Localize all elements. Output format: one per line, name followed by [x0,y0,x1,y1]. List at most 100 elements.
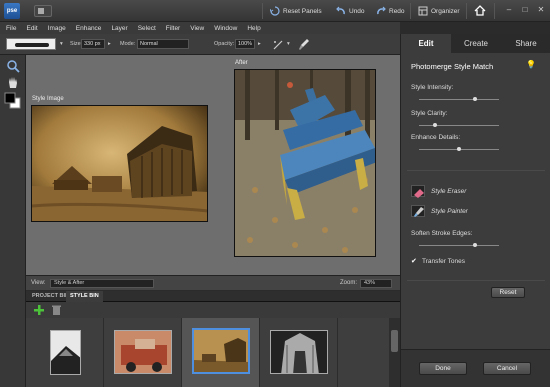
style-image-label: Style Image [32,96,64,102]
brush-settings-icon[interactable] [298,38,310,51]
brush-dropdown-arrow[interactable]: ▾ [60,41,63,47]
enhance-details-label: Enhance Details: [411,134,461,141]
style-thumbnail-selected[interactable] [182,318,260,387]
canvas-area: Style Image After [26,55,400,275]
tab-edit[interactable]: Edit [401,34,451,53]
opacity-dropdown-arrow[interactable]: ▸ [258,41,261,47]
after-label: After [235,60,248,66]
menu-view[interactable]: View [190,25,204,32]
trash-icon[interactable] [52,305,61,315]
style-thumbnail[interactable] [104,318,182,387]
minimize-icon[interactable]: – [504,5,514,15]
view-label: View: [31,280,46,286]
panel-footer: Done Cancel [401,349,550,387]
panel-tabs: Edit Create Share [401,34,550,53]
bin-tabs: PROJECT BIN STYLE BIN [26,291,400,302]
style-bin [26,318,400,387]
view-select[interactable]: Style & After [50,279,154,288]
panel-title: Photomerge Style Match [411,62,494,71]
close-icon[interactable]: ✕ [536,5,546,15]
menu-image[interactable]: Image [48,25,66,32]
organizer-icon [418,6,428,16]
organizer-button[interactable]: Organizer [418,4,460,18]
opacity-label: Opacity: [214,41,235,47]
tab-create[interactable]: Create [451,34,501,53]
redo-icon [377,6,386,15]
toolbox [0,55,26,387]
redo-button[interactable]: Redo [376,4,405,18]
menu-edit[interactable]: Edit [26,25,37,32]
menu-help[interactable]: Help [247,25,260,32]
add-style-icon[interactable] [34,305,44,315]
size-field[interactable]: 330 px [81,39,105,49]
slider-knob[interactable] [433,123,437,127]
style-clarity-label: Style Clarity: [411,110,448,117]
tab-style-bin[interactable]: STYLE BIN [66,291,103,302]
reset-panels-icon [270,6,280,16]
thumbnail-image [270,330,328,374]
divider [466,3,467,19]
style-image-photo [32,106,207,221]
reset-button[interactable]: Reset [491,287,525,298]
slider-knob[interactable] [473,243,477,247]
enhance-details-slider[interactable] [419,147,499,151]
mode-label: Mode: [120,41,136,47]
cancel-button[interactable]: Cancel [483,362,531,375]
tab-share[interactable]: Share [501,34,550,53]
divider [494,3,495,19]
divider [410,3,411,19]
style-intensity-label: Style Intensity: [411,84,454,91]
menu-enhance[interactable]: Enhance [76,25,102,32]
style-painter-row[interactable]: Style Painter [411,205,468,217]
undo-icon [336,6,345,15]
menu-bar: File Edit Image Enhance Layer Select Fil… [0,22,400,34]
tip-bulb-icon[interactable]: 💡 [526,60,536,70]
slider-knob[interactable] [457,147,461,151]
menu-layer[interactable]: Layer [111,25,127,32]
menu-filter[interactable]: Filter [166,25,180,32]
zoom-label: Zoom: [340,280,358,286]
style-eraser-label: Style Eraser [431,187,467,195]
airbrush-icon[interactable] [272,39,284,51]
thumbnail-image [50,330,81,375]
style-intensity-slider[interactable] [419,97,499,101]
title-bar: pse Reset Panels Undo Redo Organizer – □… [0,0,550,22]
soften-stroke-edges-label: Soften Stroke Edges: [411,230,473,237]
slider-knob[interactable] [473,97,477,101]
scrollbar-thumb[interactable] [391,330,398,352]
divider [407,280,545,281]
maximize-icon[interactable]: □ [520,5,530,15]
menu-file[interactable]: File [6,25,16,32]
undo-button[interactable]: Undo [336,4,365,18]
zoom-tool-icon[interactable] [6,59,20,73]
soften-stroke-edges-slider[interactable] [419,243,499,247]
style-thumbnail[interactable] [26,318,104,387]
divider [262,3,263,19]
zoom-select[interactable]: 43% [360,279,392,288]
right-panel: Edit Create Share Photomerge Style Match… [400,34,550,387]
reset-panels-label: Reset Panels [283,7,322,15]
view-mode-button[interactable] [34,5,52,17]
hand-tool-icon[interactable] [6,75,20,89]
opacity-field[interactable]: 100% [235,39,255,49]
done-button[interactable]: Done [419,362,467,375]
app-logo: pse [4,3,20,19]
style-clarity-slider[interactable] [419,123,499,127]
style-thumbnail[interactable] [260,318,338,387]
brush-preset-picker[interactable] [6,38,56,50]
airbrush-dropdown-arrow[interactable]: ▾ [287,41,290,47]
home-icon[interactable] [474,5,486,16]
color-swatches-icon[interactable] [4,92,22,110]
transfer-tones-checkbox[interactable]: ✔ Transfer Tones [411,258,465,265]
bin-scrollbar[interactable] [389,318,400,387]
style-eraser-icon [411,185,425,198]
menu-window[interactable]: Window [214,25,237,32]
style-eraser-row[interactable]: Style Eraser [411,185,467,198]
thumbnail-image [192,328,250,374]
undo-label: Undo [349,7,365,15]
after-image [234,69,376,257]
size-dropdown-arrow[interactable]: ▸ [108,41,111,47]
reset-panels-button[interactable]: Reset Panels [270,4,322,18]
mode-select[interactable]: Normal [137,39,189,49]
menu-select[interactable]: Select [138,25,156,32]
